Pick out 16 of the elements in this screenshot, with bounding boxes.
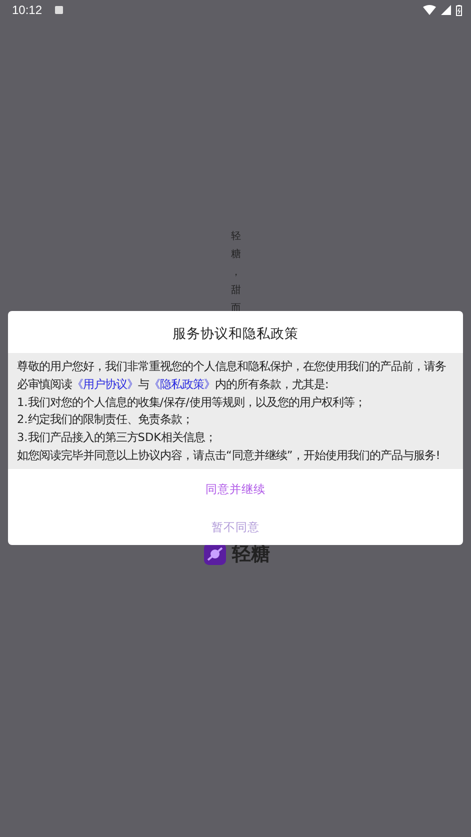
battery-icon (456, 4, 462, 16)
terms-item: 3.我们产品接入的第三方SDK相关信息； (17, 430, 218, 446)
agreement-link[interactable]: 《用户协议》 (72, 378, 138, 391)
status-time: 10:12 (12, 3, 42, 17)
agree-button[interactable]: 同意并继续 (196, 474, 276, 504)
signal-icon (441, 5, 451, 15)
agreement-link[interactable]: 《隐私政策》 (149, 378, 215, 391)
closing-text: 如您阅读完毕并同意以上协议内容，请点击“同意并继续”，开始使用我们的产品与服务! (17, 448, 442, 464)
intro-text: 尊敬的用户您好，我们非常重视您的个人信息和隐私保护，在您使用我们的产品前，请务必审慎阅读《用户协议》与《隐私政策》内的所有条款，尤其是: (17, 359, 447, 393)
logo-text: 轻糖 (232, 542, 270, 567)
logo-icon (204, 543, 226, 565)
wifi-icon (423, 5, 436, 15)
terms-item: 2.约定我们的限制责任、免责条款； (17, 412, 194, 428)
terms-item: 1.我们对您的个人信息的收集/保存/使用等规则，以及您的用户权利等； (17, 394, 366, 411)
notification-icon (55, 6, 64, 14)
dialog-title: 服务协议和隐私政策 (172, 325, 300, 344)
